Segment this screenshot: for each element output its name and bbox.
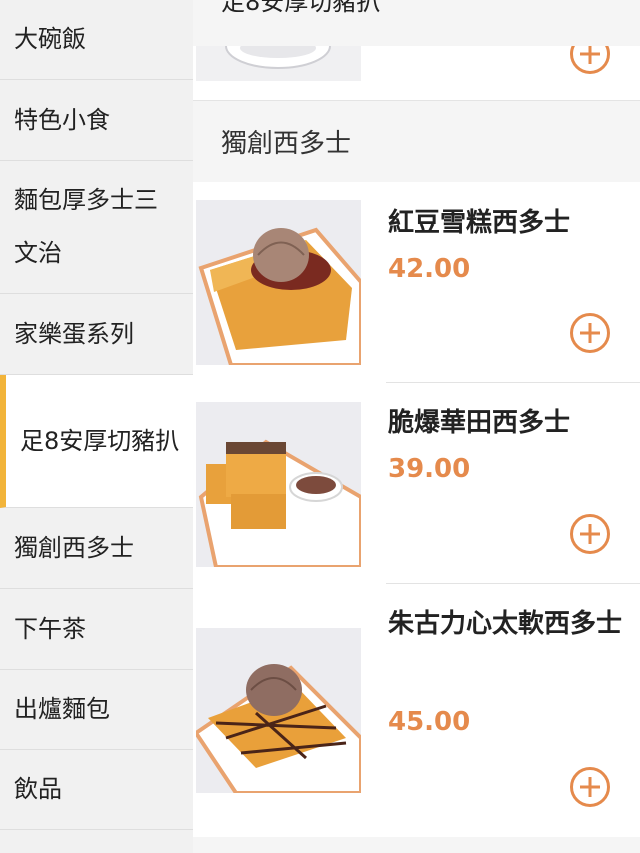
item-price: 45.00 bbox=[388, 707, 471, 737]
sidebar-item-afternoon-tea[interactable]: 下午茶 bbox=[0, 589, 193, 670]
next-section-header bbox=[193, 837, 640, 853]
previous-item-image bbox=[196, 46, 361, 81]
sidebar-item-label: 獨創西多士 bbox=[14, 533, 134, 562]
add-to-cart-button[interactable] bbox=[570, 767, 610, 807]
sidebar-item-fresh-bread[interactable]: 出爐麵包 bbox=[0, 670, 193, 750]
previous-section-title: 足8安厚切豬扒 bbox=[221, 0, 381, 16]
item-name: 紅豆雪糕西多士 bbox=[388, 208, 571, 238]
sidebar-item-label: 飲品 bbox=[14, 775, 62, 803]
item-divider bbox=[386, 583, 640, 584]
previous-item-add-button[interactable] bbox=[570, 46, 610, 74]
sidebar-item-label: 家樂蛋系列 bbox=[14, 319, 134, 348]
item-image-chocolate-lava-toast bbox=[196, 628, 361, 793]
sidebar-item-french-toast[interactable]: 獨創西多士 bbox=[0, 508, 193, 589]
sidebar-item-egg-series[interactable]: 家樂蛋系列 bbox=[0, 294, 193, 375]
sidebar-item-big-rice-bowl[interactable]: 大碗飯 bbox=[0, 0, 193, 80]
sidebar-item-label: 特色小食 bbox=[14, 105, 110, 134]
sidebar-item-snacks[interactable]: 特色小食 bbox=[0, 80, 193, 161]
previous-section-header: 足8安厚切豬扒 bbox=[193, 0, 640, 46]
sidebar-item-label: 麵包厚多士三文治 bbox=[14, 186, 158, 267]
sidebar-item-label: 出爐麵包 bbox=[14, 695, 110, 723]
section-title: 獨創西多士 bbox=[221, 129, 352, 159]
item-image-crispy-ovaltine-toast bbox=[196, 402, 361, 567]
add-to-cart-button[interactable] bbox=[570, 514, 610, 554]
sidebar-item-toast-sandwich[interactable]: 麵包厚多士三文治 bbox=[0, 161, 193, 294]
item-divider bbox=[386, 382, 640, 383]
item-price: 39.00 bbox=[388, 454, 471, 484]
item-image-red-bean-ice-cream-toast bbox=[196, 200, 361, 365]
menu-list: 足8安厚切豬扒 獨創西多士 紅豆雪糕西多士 42.00 脆爆華田西多士 39.0… bbox=[193, 0, 640, 853]
sidebar-item-drinks[interactable]: 飲品 bbox=[0, 750, 193, 830]
category-sidebar: 大碗飯 特色小食 麵包厚多士三文治 家樂蛋系列 足8安厚切豬扒 獨創西多士 下午… bbox=[0, 0, 193, 853]
sidebar-item-label: 足8安厚切豬扒 bbox=[20, 426, 180, 455]
item-name: 脆爆華田西多士 bbox=[388, 408, 571, 438]
sidebar-item-label: 下午茶 bbox=[14, 614, 86, 643]
item-name: 朱古力心太軟西多士 bbox=[388, 609, 623, 639]
sidebar-item-pork-chop[interactable]: 足8安厚切豬扒 bbox=[0, 375, 193, 508]
item-price: 42.00 bbox=[388, 254, 471, 284]
sidebar-item-label: 大碗飯 bbox=[14, 25, 86, 53]
section-header: 獨創西多士 bbox=[193, 100, 640, 182]
add-to-cart-button[interactable] bbox=[570, 313, 610, 353]
